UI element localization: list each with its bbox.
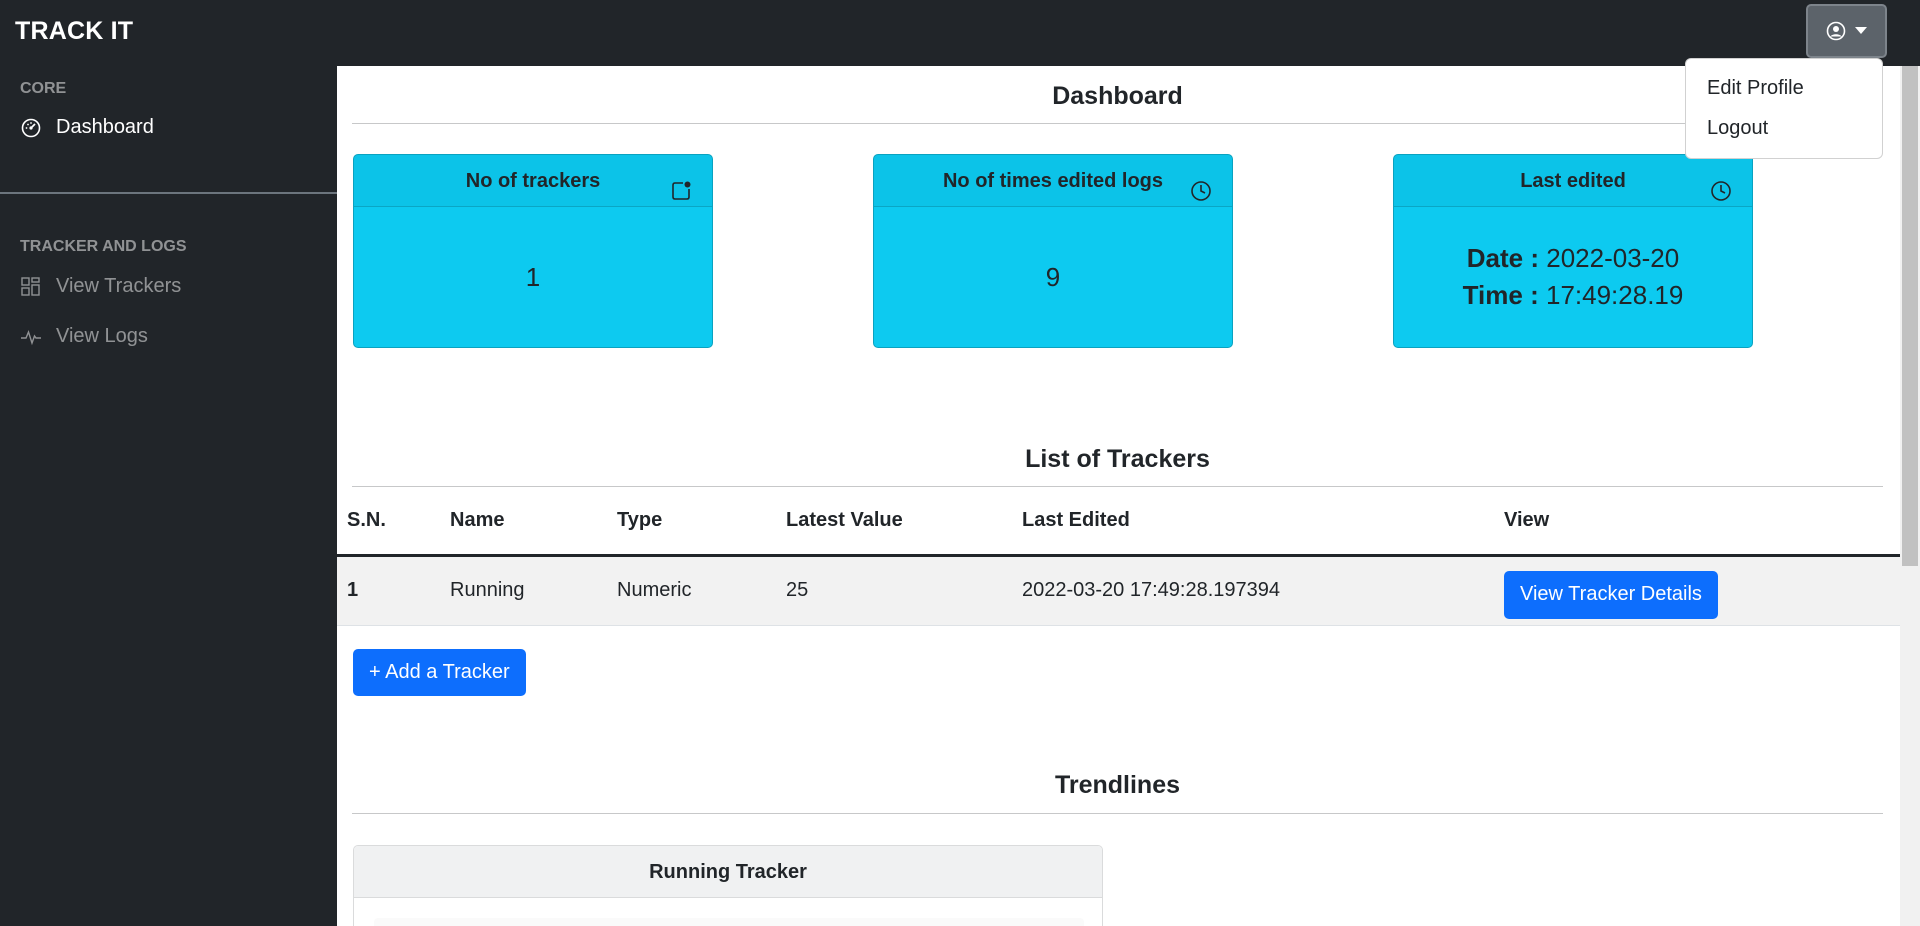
edit-profile-link[interactable]: Edit Profile <box>1686 77 1882 117</box>
sidebar: CORE Dashboard TRACKER AND LOGS View Tra… <box>0 66 337 926</box>
caret-down-icon <box>1855 27 1867 35</box>
tracker-count-value: 1 <box>525 261 541 292</box>
edited-logs-count-value: 9 <box>1045 261 1061 292</box>
card-body: 9 <box>874 207 1232 347</box>
notification-box-icon <box>670 170 692 200</box>
top-navbar: TRACK IT <box>0 0 1920 66</box>
cell-type: Numeric <box>607 555 776 626</box>
card-header: No of trackers <box>354 155 712 207</box>
brand-logo[interactable]: TRACK IT <box>15 17 133 46</box>
last-edited-date: Date : 2022-03-20 <box>1467 243 1679 274</box>
stat-card-edited-logs: No of times edited logs 9 <box>873 154 1233 348</box>
add-tracker-button[interactable]: + Add a Tracker <box>353 649 526 696</box>
sidebar-item-label: View Trackers <box>56 275 182 297</box>
main-content: Dashboard No of trackers 1 No of times e… <box>337 66 1900 926</box>
sidebar-item-label: Dashboard <box>56 116 154 138</box>
divider <box>352 123 1883 124</box>
last-edited-time: Time : 17:49:28.19 <box>1463 280 1684 311</box>
date-value: 2022-03-20 <box>1546 243 1680 273</box>
card-body: Date : 2022-03-20 Time : 17:49:28.19 <box>1394 207 1752 347</box>
card-title: No of times edited logs <box>942 170 1164 192</box>
sidebar-item-view-trackers[interactable]: View Trackers <box>20 275 181 298</box>
grid-icon <box>20 276 42 298</box>
card-body: 1 <box>354 207 712 347</box>
trendline-card-title: Running Tracker <box>354 846 1102 898</box>
column-header-name: Name <box>440 487 607 557</box>
trackers-section-title: List of Trackers <box>1025 445 1210 473</box>
page-scrollbar[interactable] <box>1900 66 1920 926</box>
trackers-table: S.N. Name Type Latest Value Last Edited … <box>337 487 1900 626</box>
cell-sn: 1 <box>337 555 440 626</box>
activity-icon <box>20 326 42 348</box>
sidebar-divider <box>0 192 337 194</box>
sidebar-item-view-logs[interactable]: View Logs <box>20 325 148 348</box>
stat-card-last-edited: Last edited Date : 2022-03-20 Time : 17:… <box>1393 154 1753 348</box>
sidebar-item-dashboard[interactable]: Dashboard <box>20 116 154 139</box>
page-title: Dashboard <box>1052 82 1183 110</box>
clock-icon <box>1710 170 1732 201</box>
cell-last-edited: 2022-03-20 17:49:28.197394 <box>1012 555 1494 626</box>
trendline-chart-area <box>374 918 1084 926</box>
column-header-view: View <box>1494 487 1900 557</box>
column-header-latest-value: Latest Value <box>776 487 1012 557</box>
column-header-last-edited: Last Edited <box>1012 487 1494 557</box>
sidebar-heading-core: CORE <box>20 80 67 97</box>
user-circle-icon <box>1826 21 1846 41</box>
divider <box>352 813 1883 814</box>
time-value: 17:49:28.19 <box>1545 280 1684 310</box>
view-tracker-details-button[interactable]: View Tracker Details <box>1504 570 1718 619</box>
table-row: 1 Running Numeric 25 2022-03-20 17:49:28… <box>337 555 1900 626</box>
sidebar-item-label: View Logs <box>56 325 148 347</box>
date-label: Date : <box>1466 243 1539 273</box>
card-title: Last edited <box>1520 170 1626 192</box>
stat-card-trackers: No of trackers 1 <box>353 154 713 348</box>
cell-view: View Tracker Details <box>1494 555 1900 626</box>
card-header: No of times edited logs <box>874 155 1232 207</box>
card-header: Last edited <box>1394 155 1752 207</box>
cell-name: Running <box>440 555 607 626</box>
scrollbar-thumb[interactable] <box>1902 66 1918 566</box>
user-dropdown-menu: Edit Profile Logout <box>1685 58 1883 159</box>
logout-link[interactable]: Logout <box>1686 117 1882 157</box>
time-label: Time : <box>1462 280 1539 310</box>
column-header-type: Type <box>607 487 776 557</box>
table-header-row: S.N. Name Type Latest Value Last Edited … <box>337 487 1900 557</box>
card-title: No of trackers <box>465 170 601 192</box>
user-menu-button[interactable] <box>1806 4 1887 58</box>
trendlines-section-title: Trendlines <box>1054 771 1181 799</box>
cell-latest-value: 25 <box>776 555 1012 626</box>
trendline-card-running: Running Tracker <box>353 845 1103 926</box>
clock-icon <box>1190 170 1212 201</box>
speedometer-icon <box>20 117 42 139</box>
sidebar-heading-tracker-and-logs: TRACKER AND LOGS <box>20 238 187 255</box>
column-header-sn: S.N. <box>337 487 440 557</box>
